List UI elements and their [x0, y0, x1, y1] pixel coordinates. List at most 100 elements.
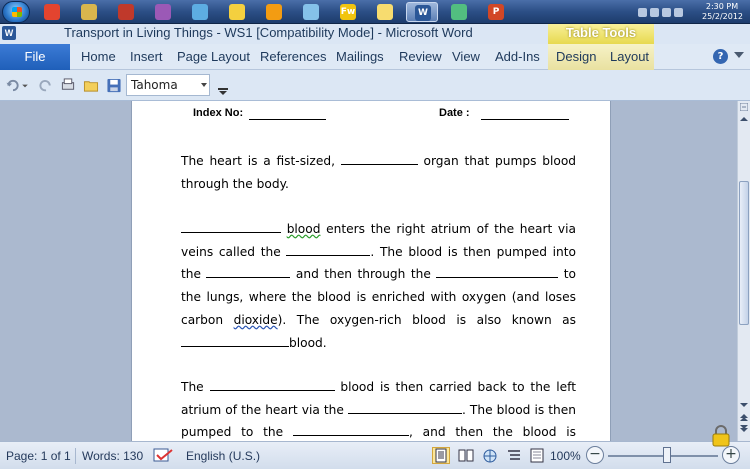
zoom-slider-handle[interactable]: [663, 447, 671, 463]
tab-add-ins[interactable]: Add-Ins: [495, 49, 540, 64]
help-icon[interactable]: ?: [713, 49, 728, 64]
redo-icon[interactable]: [38, 78, 54, 93]
taskbar-app-notepad-icon[interactable]: [295, 2, 327, 22]
paragraph-1: The heart is a fist-sized, organ that pu…: [181, 150, 576, 195]
page-count[interactable]: Page: 1 of 1: [6, 449, 71, 463]
fill-blank: [340, 153, 418, 165]
web-layout-icon: [483, 449, 497, 463]
ribbon-tabs: File Home Insert Page Layout References …: [0, 44, 750, 70]
taskbar-app-word-icon[interactable]: W: [406, 2, 438, 22]
start-button[interactable]: [2, 1, 30, 23]
taskbar-app-folder-icon[interactable]: [73, 2, 105, 22]
taskbar-app-powerpoint-icon[interactable]: P: [480, 2, 512, 22]
scroll-up-icon[interactable]: [740, 115, 748, 123]
grammar-flag[interactable]: blood: [287, 222, 321, 236]
clock[interactable]: 2:30 PM 25/2/2012: [702, 2, 744, 22]
tab-insert[interactable]: Insert: [130, 49, 163, 64]
quick-access-toolbar: Tahoma: [0, 70, 750, 101]
tab-review[interactable]: Review: [399, 49, 442, 64]
tab-home[interactable]: Home: [81, 49, 116, 64]
paragraph-3: The blood is then carried back to the le…: [181, 376, 576, 441]
word-icon: W: [415, 5, 431, 21]
date-blank: [481, 119, 569, 120]
next-page-icon[interactable]: [740, 425, 748, 433]
fill-blank: [292, 424, 409, 437]
undo-dropdown-icon[interactable]: [22, 78, 28, 93]
tab-page-layout[interactable]: Page Layout: [177, 49, 250, 64]
save-icon[interactable]: [106, 78, 122, 93]
fill-blank: [206, 266, 291, 279]
ruler-toggle-icon[interactable]: [740, 103, 748, 111]
font-name-field[interactable]: Tahoma: [126, 74, 210, 96]
taskbar-app-app-icon[interactable]: [110, 2, 142, 22]
scroll-thumb[interactable]: [739, 181, 749, 325]
vertical-scrollbar[interactable]: [737, 101, 750, 441]
divider: [75, 448, 76, 464]
text-run: The heart is a fist-sized,: [181, 154, 335, 168]
language[interactable]: English (U.S.): [186, 449, 260, 463]
taskbar-app-folder-icon[interactable]: [369, 2, 401, 22]
document-area[interactable]: Index No: Date : The heart is a fist-siz…: [0, 101, 737, 441]
zoom-out-button[interactable]: −: [586, 446, 604, 464]
tab-mailings[interactable]: Mailings: [336, 49, 384, 64]
clock-date: 25/2/2012: [702, 12, 744, 21]
windows-logo-icon: [12, 7, 22, 17]
print-layout-icon: [435, 448, 447, 463]
folder-icon: [81, 4, 97, 20]
tab-layout[interactable]: Layout: [610, 49, 649, 64]
tab-view[interactable]: View: [452, 49, 480, 64]
vlc-icon: [266, 4, 282, 20]
tab-design[interactable]: Design: [556, 49, 596, 64]
taskbar-app-brush-icon[interactable]: [184, 2, 216, 22]
proofing-icon[interactable]: [152, 447, 176, 465]
tab-references[interactable]: References: [260, 49, 326, 64]
notepad-icon: [303, 4, 319, 20]
brush-icon: [192, 4, 208, 20]
powerpoint-icon: P: [488, 4, 504, 20]
window-title: Transport in Living Things - WS1 [Compat…: [64, 25, 473, 40]
customize-qat-icon[interactable]: [218, 82, 228, 95]
font-dropdown-icon[interactable]: [201, 83, 207, 87]
globe-icon: [229, 4, 245, 20]
app-icon: [118, 4, 134, 20]
taskbar-app-messenger-icon[interactable]: [443, 2, 475, 22]
fill-blank: [181, 221, 281, 233]
status-bar: Page: 1 of 1 Words: 130 English (U.S.) 1…: [0, 441, 750, 469]
clock-time: 2:30 PM: [705, 2, 739, 11]
fill-blank: [286, 244, 371, 256]
document-page[interactable]: Index No: Date : The heart is a fist-siz…: [131, 101, 611, 441]
taskbar-app-vlc-icon[interactable]: [258, 2, 290, 22]
fill-blank: [181, 335, 289, 347]
open-folder-icon[interactable]: [83, 78, 99, 93]
word-app-icon[interactable]: W: [2, 26, 16, 40]
taskbar-app-globe-icon[interactable]: [221, 2, 253, 22]
spelling-flag[interactable]: dioxide: [234, 313, 278, 327]
draft-view-button[interactable]: [528, 447, 546, 464]
system-tray[interactable]: [638, 6, 698, 18]
outline-view-button[interactable]: [505, 447, 523, 464]
print-preview-icon[interactable]: [60, 78, 76, 93]
fill-blank: [209, 379, 335, 391]
text-run: The: [181, 380, 210, 394]
taskbar-app-paint-icon[interactable]: [147, 2, 179, 22]
zoom-level[interactable]: 100%: [550, 449, 581, 463]
web-layout-button[interactable]: [481, 447, 499, 464]
zoom-in-button[interactable]: +: [722, 446, 740, 464]
index-blank: [249, 119, 326, 120]
table-tools-context-label: Table Tools: [548, 24, 654, 44]
folder-icon: [377, 4, 393, 20]
word-count[interactable]: Words: 130: [82, 449, 143, 463]
taskbar-app-chrome-icon[interactable]: [36, 2, 68, 22]
draft-icon: [530, 448, 544, 463]
undo-icon[interactable]: [5, 78, 21, 93]
tab-file[interactable]: File: [0, 44, 70, 70]
taskbar-app-fireworks-icon[interactable]: Fw: [332, 2, 364, 22]
fill-blank: [347, 402, 462, 414]
print-layout-view-button[interactable]: [432, 447, 450, 464]
ribbon-expand-icon[interactable]: [734, 52, 744, 58]
index-label: Index No:: [193, 107, 244, 119]
full-screen-reading-button[interactable]: [457, 447, 475, 464]
previous-page-icon[interactable]: [740, 413, 748, 421]
scroll-down-icon[interactable]: [740, 401, 748, 409]
reading-icon: [458, 449, 474, 462]
